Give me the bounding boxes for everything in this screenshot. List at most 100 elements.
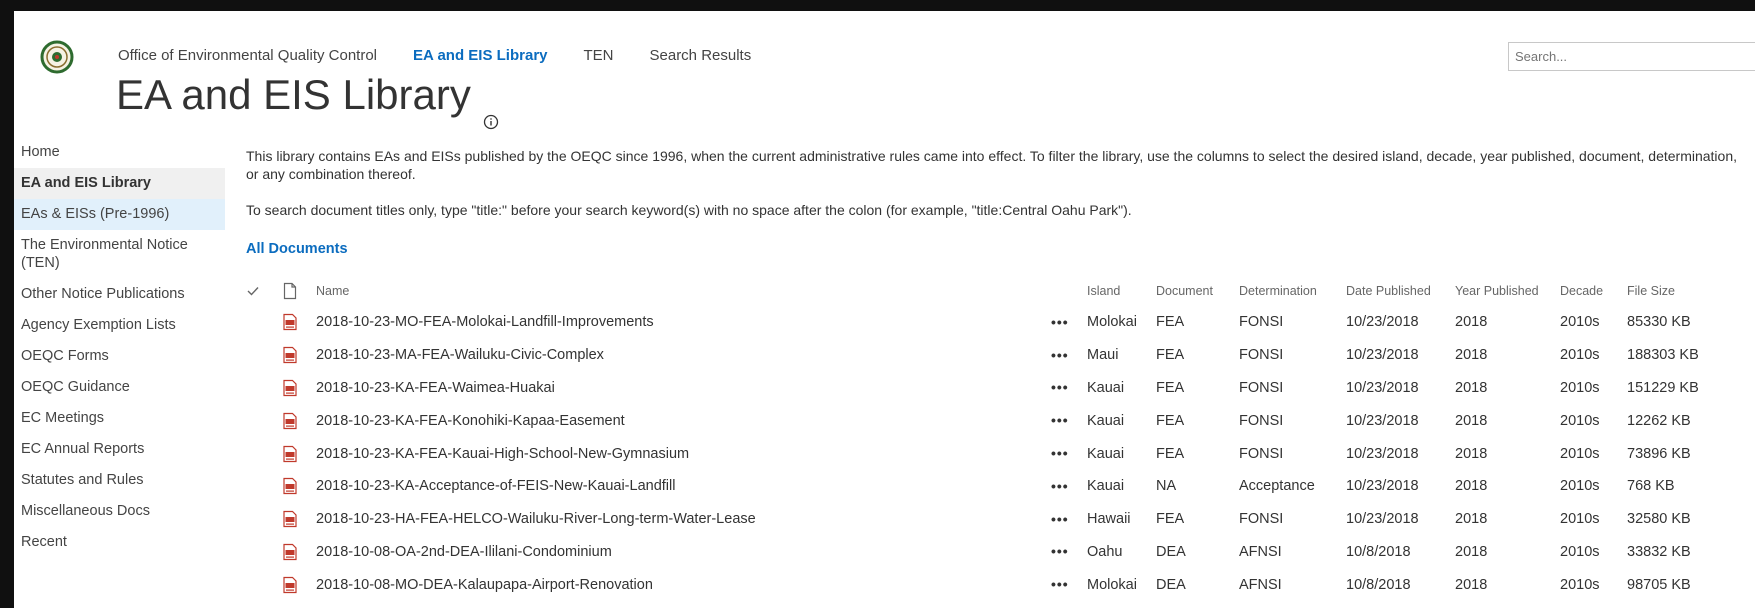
nav-ea-eis-library[interactable]: EA and EIS Library xyxy=(413,47,547,64)
table-row[interactable]: 2018-10-23-KA-Acceptance-of-FEIS-New-Kau… xyxy=(246,470,1737,503)
cell-island: Molokai xyxy=(1087,314,1137,331)
document-name-link[interactable]: 2018-10-23-KA-FEA-Konohiki-Kapaa-Easemen… xyxy=(316,413,625,429)
pdf-icon xyxy=(283,478,297,495)
more-actions-ellipsis[interactable]: ••• xyxy=(1051,511,1069,527)
table-row[interactable]: 2018-10-23-KA-FEA-Kauai-High-School-New-… xyxy=(246,437,1737,470)
table-row[interactable]: 2018-10-23-KA-FEA-Konohiki-Kapaa-Easemen… xyxy=(246,404,1737,437)
sidebar-item-ec-meetings[interactable]: EC Meetings xyxy=(14,403,225,434)
cell-date-published: 10/23/2018 xyxy=(1346,379,1419,396)
cell-document: FEA xyxy=(1156,379,1185,396)
oeqc-seal-logo[interactable] xyxy=(40,40,74,74)
sidebar-item-ec-annual-reports[interactable]: EC Annual Reports xyxy=(14,434,225,465)
column-header-decade[interactable]: Decade xyxy=(1560,276,1627,306)
row-file-type xyxy=(282,404,316,437)
cell-file-size: 98705 KB xyxy=(1627,576,1691,593)
search-input[interactable] xyxy=(1508,42,1755,71)
row-select[interactable] xyxy=(246,470,282,503)
column-header-determination[interactable]: Determination xyxy=(1239,276,1346,306)
cell-year-published: 2018 xyxy=(1455,347,1488,364)
cell-document: FEA xyxy=(1156,412,1185,429)
cell-year-published: 2018 xyxy=(1455,478,1488,495)
document-name-link[interactable]: 2018-10-23-KA-FEA-Kauai-High-School-New-… xyxy=(316,446,689,462)
info-icon[interactable] xyxy=(483,92,499,130)
sidebar-item-ten[interactable]: The Environmental Notice (TEN) xyxy=(14,230,225,279)
sidebar-item-statutes-rules[interactable]: Statutes and Rules xyxy=(14,465,225,496)
table-row[interactable]: 2018-10-23-HA-FEA-HELCO-Wailuku-River-Lo… xyxy=(246,503,1737,536)
sidebar-item-exemption-lists[interactable]: Agency Exemption Lists xyxy=(14,310,225,341)
row-select[interactable] xyxy=(246,536,282,569)
table-row[interactable]: 2018-10-23-MO-FEA-Molokai-Landfill-Impro… xyxy=(246,306,1737,339)
sidebar-item-oeqc-forms[interactable]: OEQC Forms xyxy=(14,341,225,372)
more-actions-ellipsis[interactable]: ••• xyxy=(1051,478,1069,494)
table-row[interactable]: 2018-10-08-OA-2nd-DEA-Ililani-Condominiu… xyxy=(246,536,1737,569)
column-header-date-published[interactable]: Date Published xyxy=(1346,276,1455,306)
cell-island: Hawaii xyxy=(1087,511,1131,528)
row-select[interactable] xyxy=(246,404,282,437)
document-name-link[interactable]: 2018-10-08-OA-2nd-DEA-Ililani-Condominiu… xyxy=(316,544,612,560)
document-name-link[interactable]: 2018-10-23-MO-FEA-Molokai-Landfill-Impro… xyxy=(316,314,654,330)
document-name-link[interactable]: 2018-10-23-KA-Acceptance-of-FEIS-New-Kau… xyxy=(316,478,675,494)
cell-file-size: 32580 KB xyxy=(1627,511,1691,528)
table-row[interactable]: 2018-10-23-MA-FEA-Wailuku-Civic-Complex … xyxy=(246,339,1737,372)
pdf-icon xyxy=(283,543,297,561)
more-actions-ellipsis[interactable]: ••• xyxy=(1051,314,1069,330)
cell-decade: 2010s xyxy=(1560,347,1600,364)
cell-date-published: 10/23/2018 xyxy=(1346,511,1419,528)
more-actions-ellipsis[interactable]: ••• xyxy=(1051,543,1069,559)
sidebar-item-recent[interactable]: Recent xyxy=(14,527,225,558)
cell-date-published: 10/23/2018 xyxy=(1346,445,1419,462)
cell-decade: 2010s xyxy=(1560,412,1600,429)
row-select[interactable] xyxy=(246,306,282,339)
cell-island: Kauai xyxy=(1087,445,1125,462)
cell-year-published: 2018 xyxy=(1455,445,1488,462)
document-name-link[interactable]: 2018-10-08-MO-DEA-Kalaupapa-Airport-Reno… xyxy=(316,577,653,593)
more-actions-ellipsis[interactable]: ••• xyxy=(1051,576,1069,592)
view-all-documents[interactable]: All Documents xyxy=(246,241,1746,257)
cell-island: Oahu xyxy=(1087,543,1123,560)
sidebar-item-other-notice[interactable]: Other Notice Publications xyxy=(14,279,225,310)
nav-search-results[interactable]: Search Results xyxy=(650,47,752,64)
column-header-island[interactable]: Island xyxy=(1087,276,1156,306)
sidebar-item-home[interactable]: Home xyxy=(14,137,225,168)
cell-determination: FONSI xyxy=(1239,314,1284,331)
nav-oeqc[interactable]: Office of Environmental Quality Control xyxy=(118,47,377,64)
library-description: This library contains EAs and EISs publi… xyxy=(246,148,1738,182)
more-actions-ellipsis[interactable]: ••• xyxy=(1051,412,1069,428)
column-header-file-size[interactable]: File Size xyxy=(1627,276,1737,306)
cell-island: Kauai xyxy=(1087,412,1125,429)
row-select[interactable] xyxy=(246,372,282,405)
column-header-year-published[interactable]: Year Published xyxy=(1455,276,1560,306)
sidebar-item-oeqc-guidance[interactable]: OEQC Guidance xyxy=(14,372,225,403)
more-actions-ellipsis[interactable]: ••• xyxy=(1051,445,1069,461)
sidebar-item-misc-docs[interactable]: Miscellaneous Docs xyxy=(14,496,225,527)
cell-file-size: 12262 KB xyxy=(1627,412,1691,429)
document-name-link[interactable]: 2018-10-23-MA-FEA-Wailuku-Civic-Complex xyxy=(316,347,604,363)
sidebar-item-ea-eis-library[interactable]: EA and EIS Library xyxy=(14,168,225,199)
documents-table: Name Island Document Determination Date … xyxy=(246,276,1737,601)
table-row[interactable]: 2018-10-08-MO-DEA-Kalaupapa-Airport-Reno… xyxy=(246,568,1737,601)
column-header-name[interactable]: Name xyxy=(316,276,1051,306)
cell-date-published: 10/23/2018 xyxy=(1346,347,1419,364)
table-header-row: Name Island Document Determination Date … xyxy=(246,276,1737,306)
nav-ten[interactable]: TEN xyxy=(584,47,614,64)
document-icon xyxy=(283,282,297,300)
table-body: 2018-10-23-MO-FEA-Molokai-Landfill-Impro… xyxy=(246,306,1737,601)
row-file-type xyxy=(282,306,316,339)
table-row[interactable]: 2018-10-23-KA-FEA-Waimea-Huakai ••• Kaua… xyxy=(246,372,1737,405)
row-file-type xyxy=(282,437,316,470)
document-name-link[interactable]: 2018-10-23-KA-FEA-Waimea-Huakai xyxy=(316,380,555,396)
more-actions-ellipsis[interactable]: ••• xyxy=(1051,347,1069,363)
row-select[interactable] xyxy=(246,437,282,470)
page-frame: Office of Environmental Quality Control … xyxy=(14,11,1755,608)
sidebar-item-pre-1996[interactable]: EAs & EISs (Pre-1996) xyxy=(14,199,225,230)
document-name-link[interactable]: 2018-10-23-HA-FEA-HELCO-Wailuku-River-Lo… xyxy=(316,511,756,527)
row-select[interactable] xyxy=(246,339,282,372)
more-actions-ellipsis[interactable]: ••• xyxy=(1051,379,1069,395)
file-type-header[interactable] xyxy=(282,276,316,306)
select-all-checkbox[interactable] xyxy=(246,276,282,306)
pdf-icon xyxy=(283,379,297,397)
column-header-document[interactable]: Document xyxy=(1156,276,1239,306)
row-select[interactable] xyxy=(246,568,282,601)
cell-document: DEA xyxy=(1156,543,1186,560)
row-select[interactable] xyxy=(246,503,282,536)
